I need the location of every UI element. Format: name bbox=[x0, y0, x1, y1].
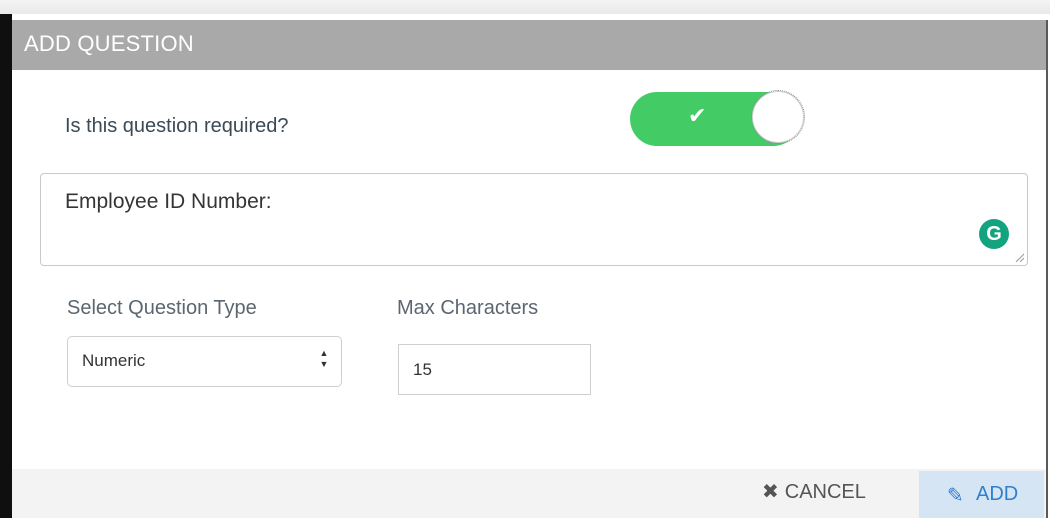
required-label: Is this question required? bbox=[65, 115, 289, 137]
toggle-knob[interactable] bbox=[751, 90, 805, 144]
add-button[interactable]: ✎ ADD bbox=[919, 471, 1044, 518]
question-type-label: Select Question Type bbox=[67, 297, 257, 319]
check-icon: ✔ bbox=[688, 103, 707, 128]
resize-handle-icon[interactable] bbox=[1014, 252, 1024, 262]
add-question-dialog: ADD QUESTION Is this question required? … bbox=[12, 20, 1048, 518]
backdrop-top bbox=[0, 0, 1050, 20]
max-characters-input[interactable] bbox=[398, 344, 591, 395]
cancel-label: CANCEL bbox=[784, 481, 866, 503]
pencil-icon: ✎ bbox=[947, 485, 964, 507]
cancel-button[interactable]: ✖ CANCEL bbox=[762, 479, 866, 509]
question-type-value: Numeric bbox=[82, 351, 146, 370]
close-icon: ✖ bbox=[762, 481, 779, 503]
select-arrows-icon: ▲ ▼ bbox=[319, 348, 329, 369]
grammarly-icon[interactable]: G bbox=[979, 219, 1009, 249]
question-text-area[interactable]: Employee ID Number: bbox=[40, 173, 1028, 266]
max-characters-label: Max Characters bbox=[397, 297, 539, 319]
backdrop-left bbox=[0, 14, 12, 518]
backdrop-strip bbox=[0, 0, 1050, 14]
dialog-footer: ✖ CANCEL ✎ ADD bbox=[12, 469, 1046, 518]
required-toggle[interactable]: ✔ bbox=[630, 89, 806, 149]
dialog-title: ADD QUESTION bbox=[24, 31, 194, 56]
dialog-header: ADD QUESTION bbox=[12, 20, 1046, 70]
add-label: ADD bbox=[976, 483, 1019, 505]
question-type-select[interactable]: Numeric ▲ ▼ bbox=[67, 336, 342, 387]
